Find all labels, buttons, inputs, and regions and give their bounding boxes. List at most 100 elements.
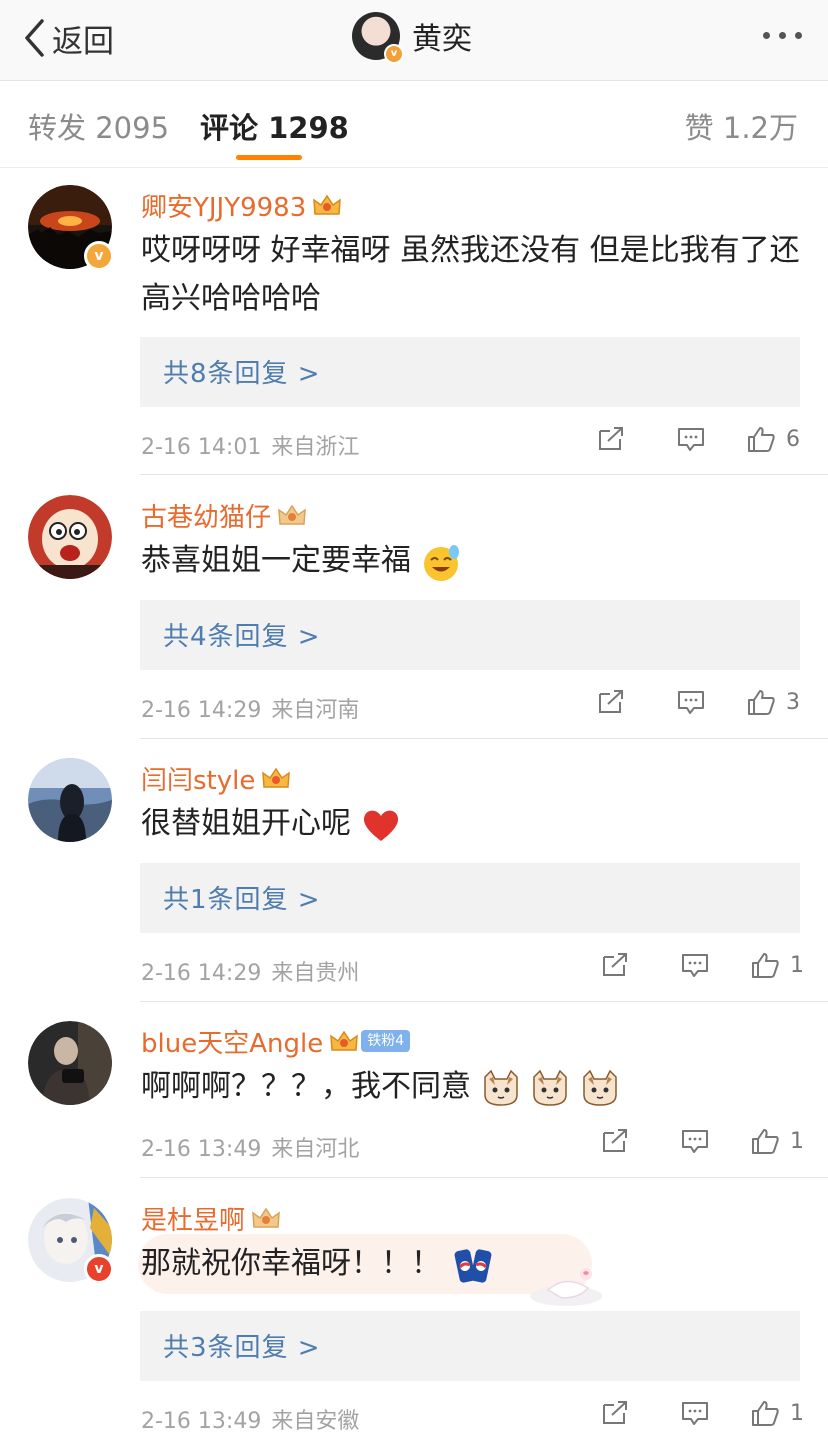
comment-text-content: 恭喜姐姐一定要幸福 [141,543,411,578]
comment-text: 恭喜姐姐一定要幸福 [141,537,801,585]
fans-level-badge: 铁粉4 [361,1030,411,1052]
comment-actions: 1 [600,1399,804,1427]
share-icon[interactable] [600,1399,630,1427]
avatar[interactable] [28,1021,112,1105]
like-count: 6 [786,426,800,452]
red-heart-emoji-icon [363,810,398,841]
comment-text-content: 啊啊啊？？？，我不同意 [141,1069,471,1104]
timestamp: 2-16 14:01 [141,435,262,460]
crown-badge-icon [278,504,306,525]
comment-actions: 3 [596,688,800,716]
like-count: 1 [790,952,804,978]
like-icon[interactable] [746,688,776,716]
comment-icon[interactable] [676,425,706,453]
cat-emoji-icon [533,1069,567,1106]
comment-text: 那就祝你幸福呀！！！ [141,1240,801,1288]
like-icon[interactable] [750,1127,780,1155]
comment-meta: 2-16 14:29 来自河南 [141,692,359,724]
avatar-image [28,758,112,842]
cat-emoji-icon [483,1069,518,1106]
username[interactable]: 是杜昱啊 [141,1200,245,1237]
comment-text: 哎呀呀呀 好幸福呀 虽然我还没有 但是比我有了还高兴哈哈哈哈 [141,233,800,316]
share-icon[interactable] [596,425,626,453]
comment-meta: 2-16 13:49 来自安徽 [141,1403,359,1435]
username[interactable]: 卿安YJJY9983 [141,187,306,224]
like-icon[interactable] [750,1399,780,1427]
comment-text-content: 很替姐姐开心呢 [141,806,351,841]
comment-meta: 2-16 14:01 来自浙江 [141,429,359,461]
divider [140,1001,828,1002]
comment-text: 很替姐姐开心呢 [141,800,801,848]
timestamp: 2-16 13:49 [141,1137,262,1162]
divider [140,1177,828,1178]
comment-icon[interactable] [676,688,706,716]
crown-badge-icon [313,194,342,215]
comment-actions: 1 [600,951,804,979]
replies-link[interactable]: 共4条回复 > [140,600,800,670]
tab-repost[interactable]: 转发 2095 [28,105,169,147]
avatar-image [28,1021,112,1105]
replies-label: 共8条回复 > [163,359,321,389]
replies-label: 共1条回复 > [163,885,321,915]
avatar[interactable]: v [352,12,404,64]
verified-badge-icon: v [384,44,404,64]
avatar[interactable] [28,495,112,579]
timestamp: 2-16 14:29 [141,698,262,723]
like-count: 3 [786,689,800,715]
laugh-cry-emoji-icon [423,544,459,581]
verified-badge-icon: v [84,1254,114,1284]
location: 来自河北 [271,1137,360,1162]
share-icon[interactable] [600,951,630,979]
crown-badge-icon [262,767,291,788]
avatar[interactable]: v [28,1198,114,1284]
like-icon[interactable] [746,425,776,453]
avatar[interactable] [28,758,112,842]
location: 来自河南 [271,698,360,723]
poster-profile[interactable]: v 黄奕 [352,12,472,64]
avatar-image [28,495,112,579]
replies-link[interactable]: 共1条回复 > [140,863,800,933]
divider [140,474,828,475]
comment-meta: 2-16 14:29 来自贵州 [141,955,359,987]
replies-label: 共3条回复 > [163,1333,321,1363]
replies-label: 共4条回复 > [163,622,321,652]
like-count: 1 [790,1128,804,1154]
comment-actions: 6 [596,425,800,453]
timestamp: 2-16 13:49 [141,1409,262,1434]
location: 来自浙江 [271,435,360,460]
comment-text-content: 那就祝你幸福呀！！！ [141,1246,441,1281]
tab-like[interactable]: 赞 1.2万 [685,105,798,147]
crown-badge-icon [252,1207,280,1228]
back-button[interactable]: 返回 [22,16,114,60]
replies-link[interactable]: 共3条回复 > [140,1311,800,1381]
location: 来自贵州 [271,961,360,986]
share-icon[interactable] [600,1127,630,1155]
comment-icon[interactable] [680,1127,710,1155]
active-tab-indicator [236,155,302,160]
like-icon[interactable] [750,951,780,979]
back-label: 返回 [52,23,114,60]
like-count: 1 [790,1400,804,1426]
soda-cans-emoji-icon [454,1248,491,1283]
share-icon[interactable] [596,688,626,716]
chevron-left-icon [25,19,44,57]
divider [140,738,828,739]
top-nav-bar: 返回 v 黄奕 [0,0,828,81]
more-dots-icon[interactable] [763,32,802,39]
verified-badge-icon: v [84,241,114,271]
avatar[interactable]: v [28,185,114,271]
username[interactable]: blue天空Angle [141,1023,323,1060]
page-title: 黄奕 [412,22,472,57]
comment-icon[interactable] [680,1399,710,1427]
username[interactable]: 闫闫style [141,760,255,797]
replies-link[interactable]: 共8条回复 > [140,337,800,407]
location: 来自安徽 [271,1409,360,1434]
tab-bar: 转发 2095 评论 1298 赞 1.2万 [0,81,828,168]
comment-meta: 2-16 13:49 来自河北 [141,1131,359,1163]
crown-badge-icon [330,1030,359,1051]
tab-comment[interactable]: 评论 1298 [200,105,349,147]
comment-icon[interactable] [680,951,710,979]
cat-emoji-icon [582,1069,617,1106]
timestamp: 2-16 14:29 [141,961,262,986]
username[interactable]: 古巷幼猫仔 [141,497,271,534]
